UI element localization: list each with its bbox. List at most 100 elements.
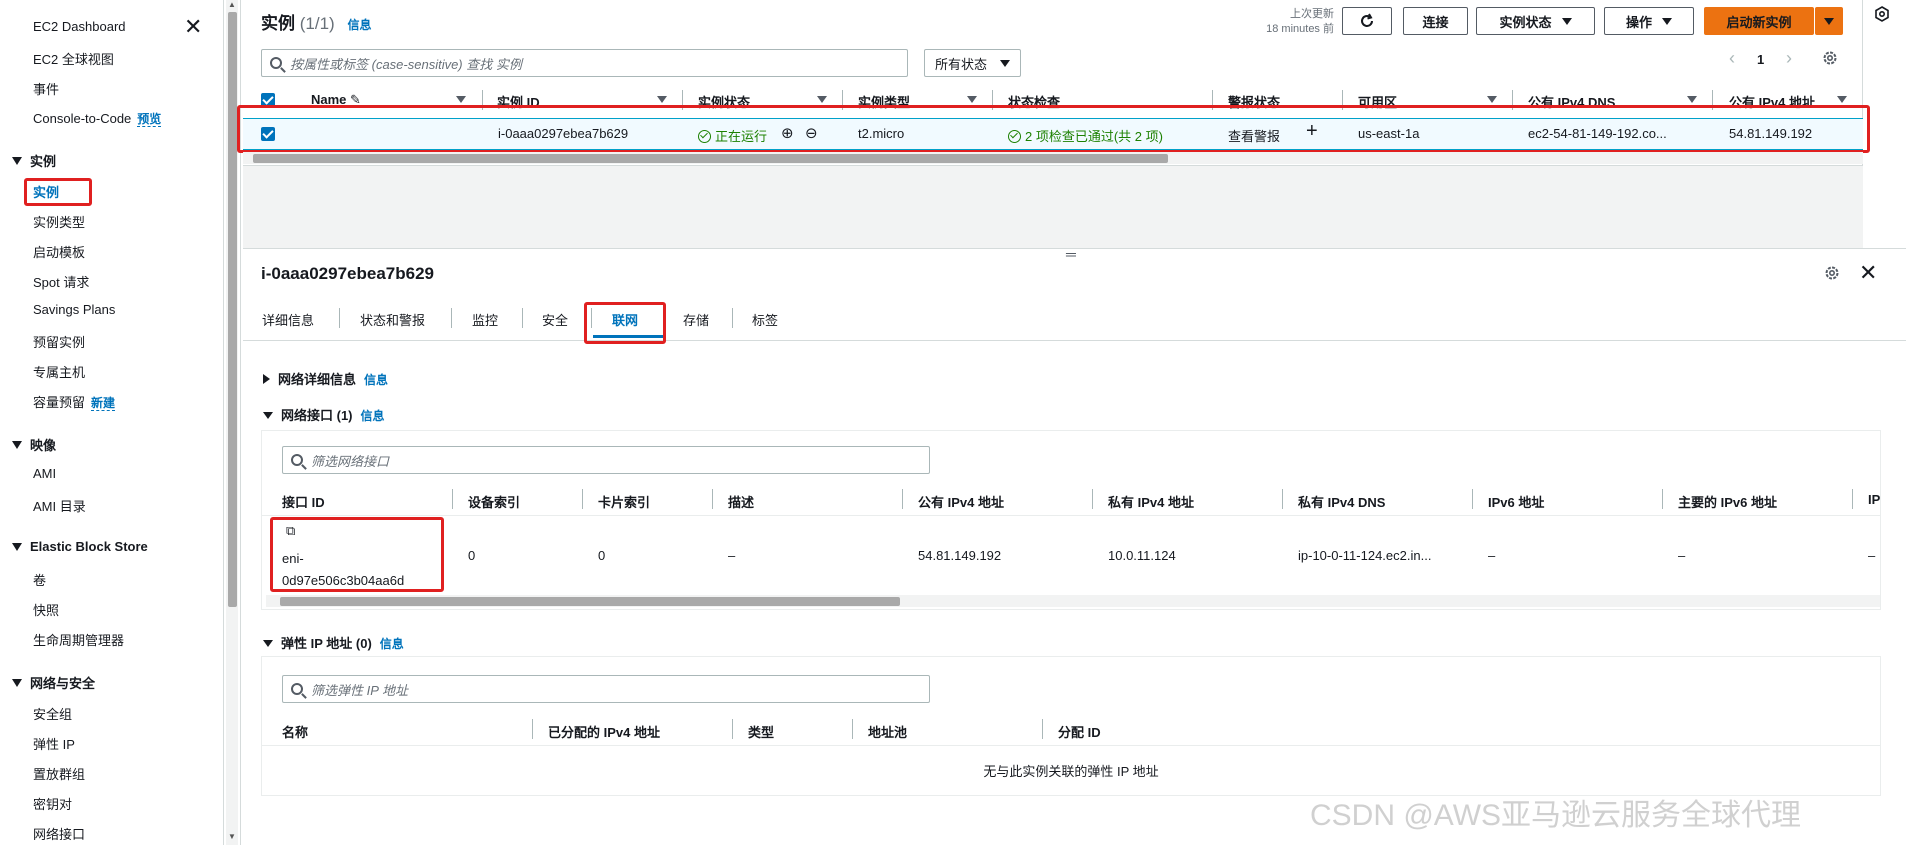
tab-security[interactable]: 安全 <box>542 310 568 329</box>
nav-capacity-label: 容量预留 <box>33 395 86 410</box>
nav-ami-catalog[interactable]: AMI 目录 <box>33 496 86 515</box>
nav-console-to-code[interactable]: Console-to-Code 预览 <box>33 110 162 127</box>
nav-section-images[interactable]: 映像 <box>12 435 56 454</box>
sort-icon[interactable] <box>817 96 827 103</box>
actions-button[interactable]: 操作 <box>1604 7 1694 35</box>
caret-down-icon <box>12 440 22 449</box>
nav-network-interfaces[interactable]: 网络接口 <box>33 824 85 843</box>
col-divider <box>1042 719 1043 739</box>
nav-ec2-global-view[interactable]: EC2 全球视图 <box>33 49 114 68</box>
nav-key-pairs[interactable]: 密钥对 <box>33 794 72 813</box>
nav-volumes[interactable]: 卷 <box>33 570 46 589</box>
last-updated-label: 上次更新 <box>1290 8 1334 20</box>
last-updated-value: 18 minutes 前 <box>1266 23 1334 35</box>
tab-storage[interactable]: 存储 <box>683 310 709 329</box>
info-link[interactable]: 信息 <box>347 18 371 32</box>
nav-capacity-reservations[interactable]: 容量预留 新建 <box>33 392 116 411</box>
sidebar-scrollbar-thumb[interactable] <box>228 12 237 607</box>
launch-dropdown-button[interactable] <box>1815 7 1843 35</box>
instance-state-button[interactable]: 实例状态 <box>1476 7 1595 35</box>
info-link[interactable]: 信息 <box>361 409 385 423</box>
table-settings-icon[interactable] <box>1822 50 1838 66</box>
search-icon <box>270 57 282 69</box>
detail-settings-icon[interactable] <box>1824 265 1840 281</box>
nav-reserved-instances[interactable]: 预留实例 <box>33 332 85 351</box>
nav-lifecycle-manager[interactable]: 生命周期管理器 <box>33 630 124 649</box>
caret-down-icon <box>1824 17 1834 25</box>
nav-placement-groups[interactable]: 置放群组 <box>33 764 85 783</box>
eni-filter-input[interactable]: 筛选网络接口 <box>282 446 930 474</box>
nav-snapshots[interactable]: 快照 <box>33 600 59 619</box>
resize-handle-icon[interactable]: ═ <box>1066 246 1076 262</box>
eni-private-dns: ip-10-0-11-124.ec2.in... <box>1298 548 1432 563</box>
eip-header[interactable]: 弹性 IP 地址 (0) 信息 <box>263 633 404 652</box>
nav-ec2-dashboard[interactable]: EC2 Dashboard <box>33 19 126 34</box>
instance-state-label: 实例状态 <box>1499 14 1552 30</box>
sort-icon[interactable] <box>456 96 466 103</box>
col-divider <box>532 719 533 739</box>
tab-monitoring[interactable]: 监控 <box>472 310 498 329</box>
new-badge: 新建 <box>91 396 116 411</box>
nav-launch-templates[interactable]: 启动模板 <box>33 242 85 261</box>
page-number[interactable]: 1 <box>1757 52 1764 67</box>
tab-details[interactable]: 详细信息 <box>262 310 314 329</box>
col-divider <box>852 719 853 739</box>
instance-search-input[interactable]: 按属性或标签 (case-sensitive) 查找 实例 <box>261 49 908 77</box>
info-link[interactable]: 信息 <box>364 373 388 387</box>
section-title: 网络与安全 <box>30 676 96 691</box>
info-link[interactable]: 信息 <box>380 637 404 651</box>
nav-dedicated-hosts[interactable]: 专属主机 <box>33 362 85 381</box>
sort-icon[interactable] <box>1487 96 1497 103</box>
eni-col-ip: IP <box>1868 492 1881 507</box>
sort-icon[interactable] <box>1687 96 1697 103</box>
nav-section-network-security[interactable]: 网络与安全 <box>12 673 95 692</box>
eip-filter-input[interactable]: 筛选弹性 IP 地址 <box>282 675 930 703</box>
prev-page-icon[interactable]: ‹ <box>1729 48 1735 69</box>
instance-count: (1/1) <box>299 14 335 33</box>
col-divider <box>902 489 903 509</box>
close-icon[interactable]: ✕ <box>184 16 202 38</box>
tab-tags[interactable]: 标签 <box>752 310 778 329</box>
eni-col-private-dns: 私有 IPv4 DNS <box>1298 495 1386 510</box>
eip-header-border <box>262 745 1880 746</box>
scroll-up-icon[interactable]: ▲ <box>228 0 236 9</box>
split-gap <box>243 166 1863 248</box>
detail-close-icon[interactable]: ✕ <box>1859 260 1877 286</box>
caret-right-icon <box>263 374 270 384</box>
nav-ami[interactable]: AMI <box>33 466 56 481</box>
state-filter-select[interactable]: 所有状态 <box>924 49 1021 77</box>
launch-label: 启动新实例 <box>1726 14 1792 30</box>
page-title: 实例 (1/1) 信息 <box>261 9 371 34</box>
sort-icon[interactable] <box>967 96 977 103</box>
eni-hscroll-thumb[interactable] <box>280 597 900 606</box>
col-divider <box>452 489 453 509</box>
refresh-button[interactable] <box>1342 7 1392 35</box>
tab-status-alarms[interactable]: 状态和警报 <box>360 310 425 329</box>
eni-public-ipv4: 54.81.149.192 <box>918 548 1002 563</box>
eni-col-device-index: 设备索引 <box>468 495 521 510</box>
nav-instance-types[interactable]: 实例类型 <box>33 212 85 231</box>
scroll-down-icon[interactable]: ▼ <box>228 832 236 841</box>
tab-divider <box>522 308 523 328</box>
caret-down-icon <box>12 156 22 165</box>
instance-search-placeholder: 按属性或标签 (case-sensitive) 查找 实例 <box>290 56 522 72</box>
nav-security-groups[interactable]: 安全组 <box>33 704 72 723</box>
eni-primary-ipv6: – <box>1678 548 1686 563</box>
next-page-icon[interactable]: › <box>1786 48 1792 69</box>
network-interfaces-header[interactable]: 网络接口 (1) 信息 <box>263 405 385 424</box>
network-details-header[interactable]: 网络详细信息 信息 <box>263 369 388 388</box>
nav-elastic-ips[interactable]: 弹性 IP <box>33 734 75 753</box>
nav-spot-requests[interactable]: Spot 请求 <box>33 272 89 291</box>
nav-events[interactable]: 事件 <box>33 79 59 98</box>
nav-section-ebs[interactable]: Elastic Block Store <box>12 539 148 554</box>
sort-icon[interactable] <box>1837 96 1847 103</box>
detail-title: i-0aaa0297ebea7b629 <box>261 264 434 283</box>
connect-button[interactable]: 连接 <box>1403 7 1468 35</box>
nav-savings-plans[interactable]: Savings Plans <box>33 302 115 317</box>
instances-hscroll-thumb[interactable] <box>253 154 1168 163</box>
right-rail-settings-icon[interactable] <box>1874 6 1890 22</box>
nav-section-instances[interactable]: 实例 <box>12 151 56 170</box>
sort-icon[interactable] <box>657 96 667 103</box>
launch-instance-button[interactable]: 启动新实例 <box>1704 7 1814 35</box>
eni-device-index: 0 <box>468 548 476 563</box>
